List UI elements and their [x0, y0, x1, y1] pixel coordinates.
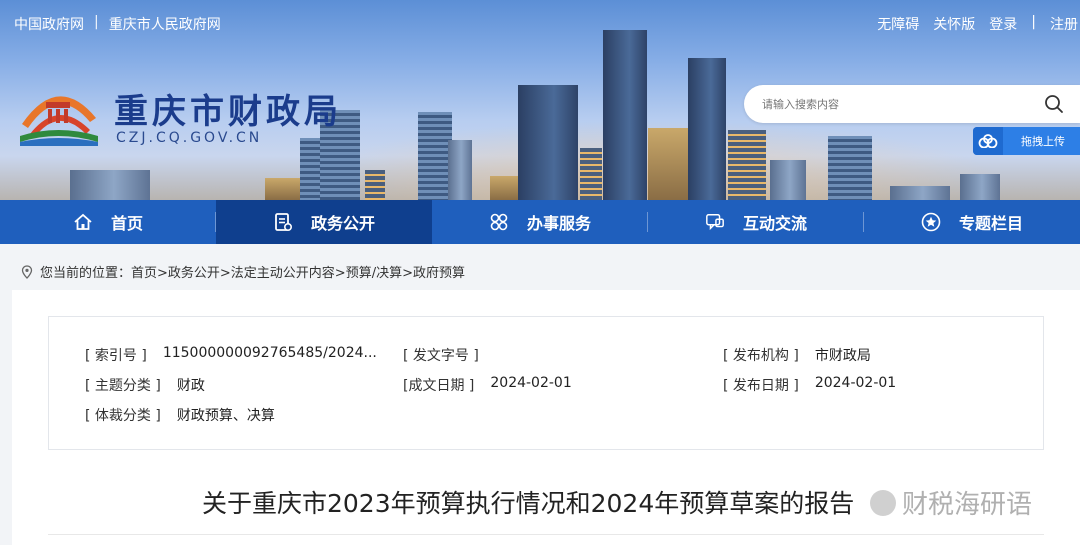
meta-label: [成文日期 ] — [403, 378, 475, 394]
search-box — [744, 85, 1080, 123]
city-gov-link[interactable]: 重庆市人民政府网 — [109, 14, 221, 34]
skyline-building — [960, 174, 1000, 200]
document-icon — [275, 213, 292, 232]
meta-created-row: [成文日期 ] 2024-02-01 — [403, 375, 572, 395]
meta-label: [ 主题分类 ] — [85, 378, 161, 394]
top-links: 中国政府网 | 重庆市人民政府网 — [14, 14, 221, 34]
meta-label: [ 发文字号 ] — [403, 348, 479, 364]
skyline-building — [418, 112, 452, 200]
cloud-icon — [973, 127, 1003, 155]
skyline-building — [70, 170, 150, 200]
skyline-building — [603, 30, 647, 200]
utility-links: 无障碍 关怀版 登录 | 注册 — [877, 14, 1078, 34]
meta-published-row: [ 发布日期 ] 2024-02-01 — [723, 375, 896, 395]
title-divider — [48, 534, 1044, 535]
meta-label: [ 索引号 ] — [85, 348, 147, 364]
meta-publisher-value: 市财政局 — [814, 348, 871, 364]
skyline-building — [770, 160, 806, 200]
nav-item-interaction[interactable]: 互动交流 — [648, 200, 864, 244]
meta-label: [ 体裁分类 ] — [85, 408, 161, 424]
location-pin-icon — [21, 264, 33, 279]
search-input[interactable] — [762, 97, 1032, 111]
skyline-building — [728, 130, 766, 200]
service-grid-icon — [490, 213, 508, 231]
watermark-logo-icon — [870, 489, 896, 516]
meta-genre-value: 财政预算、决算 — [176, 408, 275, 424]
chat-icon — [706, 214, 724, 231]
article-title: 关于重庆市2023年预算执行情况和2024年预算草案的报告 — [202, 489, 855, 518]
link-separator: | — [94, 14, 99, 30]
nav-label: 首页 — [110, 214, 143, 233]
skyline-building — [688, 58, 726, 200]
site-title: 重庆市财政局 — [114, 92, 342, 132]
nav-item-topics[interactable]: 专题栏目 — [864, 200, 1080, 244]
meta-label: [ 发布机构 ] — [723, 348, 799, 364]
meta-index-value: 115000000092765485/2024... — [162, 345, 377, 361]
nav-label: 专题栏目 — [958, 214, 1023, 233]
breadcrumb-path[interactable]: 首页>政务公开>法定主动公开内容>预算/决算>政府预算 — [131, 262, 465, 281]
nav-label: 互动交流 — [742, 214, 807, 233]
accessibility-link[interactable]: 无障碍 — [877, 14, 919, 34]
meta-topic-value: 财政 — [176, 378, 205, 394]
login-link[interactable]: 登录 — [989, 14, 1017, 34]
metadata-table: [ 索引号 ] 115000000092765485/2024... [ 发文字… — [48, 316, 1044, 450]
meta-topic-row: [ 主题分类 ] 财政 — [85, 375, 205, 395]
skyline-building — [648, 128, 692, 200]
main-nav: 首页 政务公开 办事服务 互动交流 专题栏目 — [0, 200, 1080, 244]
nav-item-home[interactable]: 首页 — [0, 200, 216, 244]
header-banner: 中国政府网 | 重庆市人民政府网 无障碍 关怀版 登录 | 注册 重庆市财政局 … — [0, 0, 1080, 200]
skyline-building — [518, 85, 578, 200]
nav-item-gov-affairs[interactable]: 政务公开 — [216, 200, 432, 244]
article-card: [ 索引号 ] 115000000092765485/2024... [ 发文字… — [12, 290, 1080, 545]
bureau-logo-icon[interactable] — [16, 78, 100, 146]
site-domain: CZJ.CQ.GOV.CN — [116, 130, 263, 146]
watermark-text: 财税海研语 — [902, 490, 1033, 520]
breadcrumb-prefix: 您当前的位置： — [40, 266, 132, 281]
register-link[interactable]: 注册 — [1050, 14, 1078, 34]
skyline-building — [448, 140, 472, 200]
nav-label: 政务公开 — [310, 214, 375, 233]
drag-upload-button[interactable]: 拖拽上传 — [973, 127, 1080, 155]
link-separator: | — [1031, 14, 1036, 30]
meta-label: [ 发布日期 ] — [723, 378, 799, 394]
elder-mode-link[interactable]: 关怀版 — [933, 14, 975, 34]
skyline-building — [890, 186, 950, 200]
gov-site-link[interactable]: 中国政府网 — [14, 14, 84, 34]
meta-genre-row: [ 体裁分类 ] 财政预算、决算 — [85, 405, 275, 425]
meta-created-value: 2024-02-01 — [490, 375, 572, 391]
meta-publisher-row: [ 发布机构 ] 市财政局 — [723, 345, 871, 365]
search-icon[interactable] — [1044, 94, 1064, 114]
breadcrumb: 您当前的位置： 首页>政务公开>法定主动公开内容>预算/决算>政府预算 — [20, 262, 465, 281]
meta-published-value: 2024-02-01 — [814, 375, 897, 391]
star-icon — [921, 212, 941, 232]
home-icon — [74, 213, 92, 230]
meta-index-row: [ 索引号 ] 115000000092765485/2024... — [85, 345, 377, 365]
skyline-building — [828, 136, 872, 200]
skyline-building — [365, 170, 385, 200]
skyline-building — [580, 148, 602, 200]
upload-label: 拖拽上传 — [1021, 135, 1065, 148]
nav-item-services[interactable]: 办事服务 — [432, 200, 648, 244]
watermark: 财税海研语 — [870, 484, 1032, 521]
nav-label: 办事服务 — [526, 214, 591, 233]
meta-docno-row: [ 发文字号 ] — [403, 345, 495, 365]
